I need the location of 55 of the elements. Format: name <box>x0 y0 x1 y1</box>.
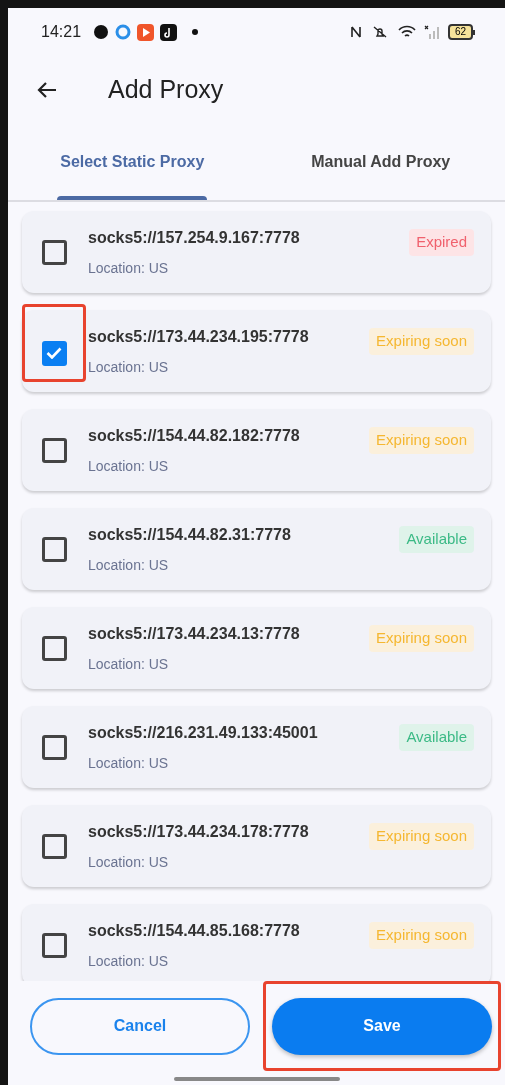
proxy-address: socks5://173.44.234.178:7778 <box>88 821 310 842</box>
cancel-button[interactable]: Cancel <box>30 997 250 1055</box>
proxy-address: socks5://173.44.234.195:7778 <box>88 326 310 347</box>
status-badge: Expiring soon <box>369 328 474 355</box>
proxy-address: socks5://154.44.82.182:7778 <box>88 425 301 446</box>
proxy-address: socks5://157.254.9.167:7778 <box>88 227 301 248</box>
proxy-location: Location: US <box>88 753 170 773</box>
status-badge: Expired <box>409 229 474 256</box>
proxy-location: Location: US <box>88 456 170 476</box>
page-title: Add Proxy <box>108 74 224 106</box>
app-icon <box>115 24 132 40</box>
status-badge: Expiring soon <box>369 922 474 949</box>
app-icon <box>93 24 110 40</box>
proxy-card[interactable]: socks5://173.44.234.13:7778 Location: US Expiring soon <box>22 607 491 689</box>
app-icon <box>137 23 155 41</box>
checkbox[interactable] <box>41 833 67 859</box>
checkbox[interactable] <box>41 635 67 661</box>
checkbox[interactable] <box>41 437 67 463</box>
proxy-address: socks5://173.44.234.13:7778 <box>88 623 301 644</box>
checkbox[interactable] <box>41 536 67 562</box>
wifi-icon <box>397 25 416 39</box>
proxy-location: Location: US <box>88 357 170 377</box>
status-badge: Available <box>399 724 474 751</box>
status-badge: Available <box>399 526 474 553</box>
proxy-address: socks5://216.231.49.133:45001 <box>88 722 319 743</box>
proxy-location: Location: US <box>88 654 170 674</box>
proxy-card[interactable]: socks5://154.44.82.182:7778 Location: US Expiring soon <box>22 409 491 491</box>
proxy-card[interactable]: socks5://154.44.85.168:7778 Location: US Expiring soon <box>22 904 491 981</box>
dot-icon <box>191 28 200 36</box>
proxy-location: Location: US <box>88 951 170 971</box>
checkbox[interactable] <box>41 340 67 366</box>
tab[interactable]: Manual Add Proxy <box>256 128 505 200</box>
checkbox[interactable] <box>41 734 67 760</box>
status-badge: Expiring soon <box>369 427 474 454</box>
check-icon <box>46 347 62 359</box>
proxy-address: socks5://154.44.85.168:7778 <box>88 920 301 941</box>
proxy-card[interactable]: socks5://154.44.82.31:7778 Location: US Available <box>22 508 491 590</box>
battery-level: 62 <box>447 24 473 40</box>
app-icon <box>160 23 178 41</box>
status-time: 14:21 <box>41 22 82 42</box>
proxy-address: socks5://154.44.82.31:7778 <box>88 524 292 545</box>
proxy-card[interactable]: socks5://173.44.234.178:7778 Location: US Expiring soon <box>22 805 491 887</box>
proxy-location: Location: US <box>88 258 170 278</box>
save-button[interactable]: Save <box>272 997 492 1055</box>
tab[interactable]: Select Static Proxy <box>8 128 257 200</box>
proxy-location: Location: US <box>88 852 170 872</box>
proxy-location: Location: US <box>88 555 170 575</box>
proxy-card[interactable]: socks5://216.231.49.133:45001 Location: US Available <box>22 706 491 788</box>
checkbox[interactable] <box>41 932 67 958</box>
signal-icon <box>423 25 440 39</box>
proxy-card[interactable]: socks5://157.254.9.167:7778 Location: US Expired <box>22 211 491 293</box>
status-badge: Expiring soon <box>369 823 474 850</box>
checkbox[interactable] <box>41 239 67 265</box>
status-badge: Expiring soon <box>369 625 474 652</box>
nfc-icon <box>349 25 362 39</box>
